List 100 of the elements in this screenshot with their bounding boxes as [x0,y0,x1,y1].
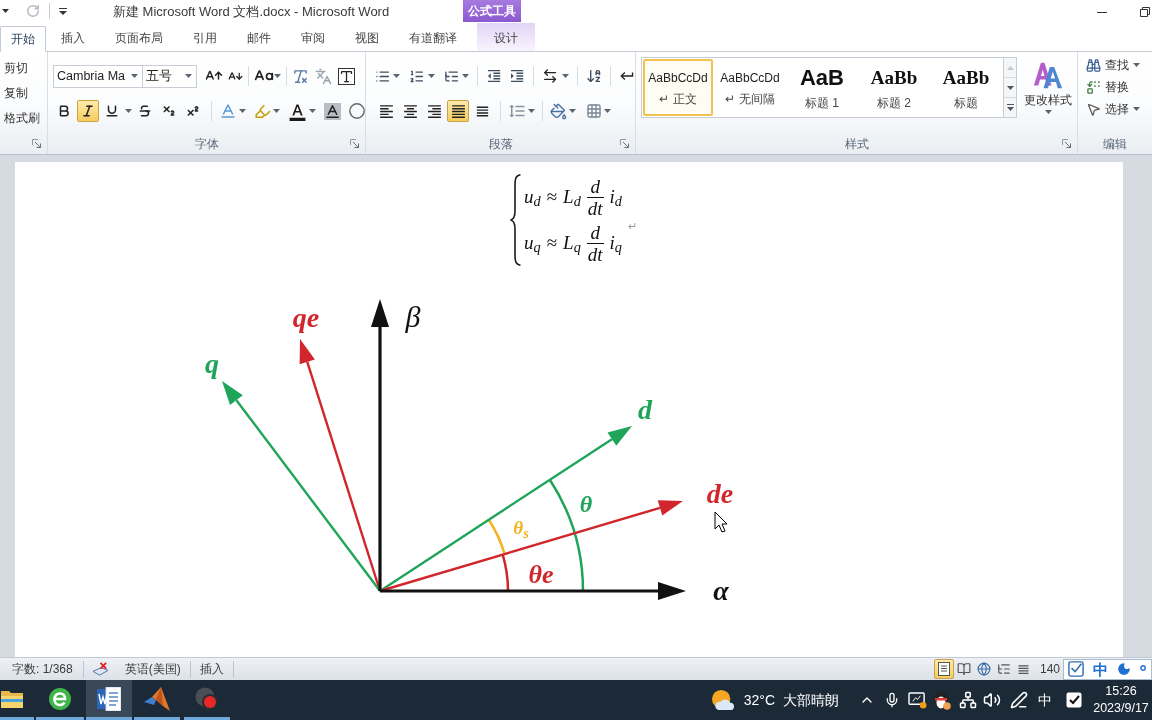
ime-mode[interactable]: 中 [1093,661,1108,677]
font-color-icon[interactable] [288,101,307,121]
gallery-down-button[interactable] [1004,78,1016,98]
change-styles-button[interactable]: 更改样式 [1020,57,1076,118]
font-size-field[interactable]: 五号 [143,64,197,88]
network-icon[interactable] [959,691,977,709]
caret-icon[interactable] [131,74,138,78]
ribbon-tab[interactable]: 邮件 [232,25,286,51]
caret-icon[interactable] [309,109,316,113]
ribbon-tab[interactable]: 审阅 [286,25,340,51]
caret-icon[interactable] [528,109,535,113]
dialog-launcher-icon[interactable] [32,139,41,148]
style-item[interactable]: AaB 标题 1 [787,59,857,116]
book-with-cross-icon[interactable] [91,661,109,677]
screen-with-dot-icon[interactable] [908,691,927,709]
ribbon-tab[interactable]: 开始 [0,26,46,52]
binoculars-icon[interactable] [1086,57,1101,73]
microphone-icon[interactable] [884,692,900,708]
caret-icon[interactable] [1133,107,1140,111]
caret-icon[interactable] [561,74,569,78]
customize-caret-icon[interactable] [59,7,67,15]
caret-icon[interactable] [393,74,401,78]
document-tile-icon[interactable] [97,686,121,711]
group-label: 样式 [844,135,869,153]
clear-format-icon[interactable] [292,67,309,85]
caret-icon[interactable] [461,74,469,78]
replace-icon[interactable] [1086,79,1101,95]
caret-icon[interactable] [185,74,192,78]
style-item[interactable]: AaBbCcDd ↵ 无间隔 [715,59,785,116]
ribbon-tab[interactable]: 视图 [340,25,394,51]
caret-icon[interactable] [604,109,611,113]
clipboard-command[interactable]: 格式刷 [4,108,47,128]
angle-label: θ [579,492,593,516]
ribbon-tab[interactable]: 有道翻译 [394,25,472,51]
record-icon[interactable] [195,686,219,711]
editing-command[interactable]: 替换 [1086,76,1152,98]
style-item[interactable]: AaBbCcDd ↵ 正文 [643,59,713,116]
speaker-icon[interactable] [983,691,1001,709]
ribbon-tab[interactable]: 页面布局 [100,25,178,51]
moon-icon[interactable] [1117,662,1131,676]
caret-icon[interactable] [125,109,132,113]
dialog-launcher-icon[interactable] [620,139,629,148]
indent-increase-icon[interactable] [509,67,526,85]
input-method-indicator[interactable]: 中 [1038,689,1052,711]
fraction-denominator: dt [586,197,604,219]
zoom-level[interactable]: 140 [1039,660,1060,678]
ribbon-tab[interactable]: 插入 [46,25,100,51]
minimize-icon[interactable] [1097,11,1107,13]
shaded-letter-icon[interactable] [324,102,341,120]
checked-square-icon[interactable] [1068,661,1084,677]
folder-icon[interactable] [1,689,23,708]
swirl-circle-icon[interactable] [48,686,72,711]
weather-condition[interactable]: 大部晴朗 [783,689,839,711]
sort-icon[interactable] [585,67,602,85]
more-caret-icon[interactable] [1006,104,1014,111]
highlighter-icon[interactable] [254,102,271,120]
dialog-launcher-icon[interactable] [350,139,359,148]
clipboard-command[interactable]: 剪切 [4,58,47,78]
tab-group-label: 公式工具 [463,0,521,22]
sun-cloud-icon[interactable] [710,689,735,711]
style-item[interactable]: AaBb 标题 [931,59,1001,116]
triangle-down-icon[interactable] [1006,85,1014,90]
check-square-icon[interactable] [1066,692,1082,708]
grid-icon[interactable] [586,103,602,119]
math-term: L$_{d}$ [563,184,581,212]
taskbar-app-button[interactable] [86,680,132,720]
caret-icon[interactable] [274,74,281,78]
caret-icon[interactable] [569,109,576,113]
paint-bucket-icon[interactable] [550,102,567,120]
caret-icon[interactable] [1044,110,1052,114]
ring-icon[interactable] [1140,664,1146,671]
font-name-field[interactable]: Cambria Ma [53,64,143,88]
letter-t-icon[interactable] [338,67,355,85]
ribbon-tab[interactable]: 引用 [178,25,232,51]
double-a-icon[interactable] [1033,60,1063,90]
clock-time[interactable]: 15:26 [1105,683,1137,700]
caret-icon[interactable] [273,109,280,113]
pen-icon[interactable] [1010,691,1028,709]
arrows-left-right-icon[interactable] [542,67,559,85]
editing-command[interactable]: 选择 [1086,98,1152,120]
penguin-icon[interactable] [933,690,951,710]
weather-temperature[interactable]: 32°C [743,689,775,711]
peak-shape-icon[interactable] [144,686,170,711]
dialog-launcher-icon[interactable] [1062,139,1071,148]
line-spacing-icon[interactable] [508,102,526,120]
clipboard-command[interactable]: 复制 [4,83,47,103]
caret-icon[interactable] [427,74,435,78]
ribbon-tab[interactable]: 设计 [477,23,535,51]
clock-date[interactable]: 2023/9/17 [1093,700,1149,717]
caret-icon[interactable] [239,109,246,113]
caret-icon[interactable] [2,9,9,13]
gallery-more-button[interactable] [1004,98,1016,117]
editing-command[interactable]: 查找 [1086,54,1152,76]
pointer-icon[interactable] [1086,101,1101,117]
indent-decrease-icon[interactable] [485,67,503,85]
style-item[interactable]: AaBb 标题 2 [859,59,929,116]
caret-icon[interactable] [1133,63,1140,67]
restore-icon[interactable] [1140,7,1150,17]
letter-a-icon[interactable] [219,102,237,120]
ring-icon[interactable] [349,103,365,119]
